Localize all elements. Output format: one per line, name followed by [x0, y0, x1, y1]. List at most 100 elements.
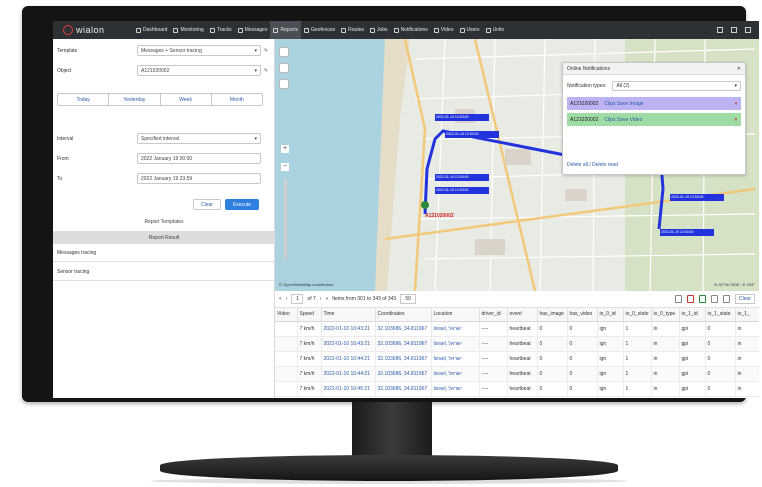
- nav-item-tracks[interactable]: Tracks: [207, 21, 235, 39]
- user-menu-icon[interactable]: [717, 27, 723, 33]
- nav-item-dashboard[interactable]: Dashboard: [133, 21, 170, 39]
- zoom-in-button[interactable]: +: [281, 145, 289, 153]
- unit-marker-icon[interactable]: [421, 201, 429, 209]
- tab-week[interactable]: Week: [161, 94, 212, 105]
- notification-item[interactable]: A121020002 Clips Save Image ✕: [567, 97, 741, 110]
- nav-item-video[interactable]: Video: [431, 21, 457, 39]
- clear-button[interactable]: Clear: [193, 199, 221, 210]
- table-row[interactable]: 7 km/h 2022-01-10 10:43:21 32.103686, 34.8…: [275, 321, 759, 337]
- table-cell[interactable]: 32.103686, 34.811967: [375, 336, 432, 352]
- from-input[interactable]: 2022 January 19 00:00: [137, 153, 261, 164]
- section-sensor-tracing[interactable]: Sensor tracing: [53, 263, 275, 281]
- column-header[interactable]: event: [507, 308, 538, 322]
- nav-item-units[interactable]: Units: [483, 21, 507, 39]
- table-cell[interactable]: Israel, ישראל: [431, 351, 480, 367]
- table-row[interactable]: 7 km/h 2022-01-10 10:43:21 32.103686, 34.8…: [275, 336, 759, 352]
- nav-item-notifications[interactable]: Notifications: [391, 21, 431, 39]
- zoom-slider[interactable]: [284, 179, 287, 259]
- interval-select[interactable]: Specified interval ▾: [137, 133, 261, 144]
- logo-text: wialon: [76, 25, 105, 35]
- search-icon[interactable]: [279, 47, 289, 57]
- column-header[interactable]: io_0_id: [597, 308, 624, 322]
- first-page-icon[interactable]: «: [279, 296, 282, 302]
- tab-today[interactable]: Today: [58, 94, 110, 105]
- column-header[interactable]: Speed: [297, 308, 322, 322]
- execute-button[interactable]: Execute: [225, 199, 259, 210]
- table-cell[interactable]: 32.103686, 34.811967: [375, 351, 432, 367]
- layers-icon[interactable]: [279, 63, 289, 73]
- table-cell[interactable]: Israel, ישראל: [431, 321, 480, 337]
- column-header[interactable]: io_1_id: [679, 308, 706, 322]
- table-cell[interactable]: Israel, ישראל: [431, 366, 480, 382]
- table-row[interactable]: 7 km/h 2022-01-10 10:44:21 32.103686, 34.8…: [275, 366, 759, 382]
- table-cell[interactable]: 32.103686, 34.811967: [375, 366, 432, 382]
- table-clear-button[interactable]: Clear: [735, 294, 755, 304]
- column-header[interactable]: driver_id: [479, 308, 508, 322]
- pdf-export-icon[interactable]: [687, 295, 695, 303]
- table-cell[interactable]: 32.103686, 34.811967: [375, 381, 432, 397]
- nav-item-messages[interactable]: Messages: [235, 21, 271, 39]
- table-cell[interactable]: 2022-01-10 10:45:21: [321, 381, 376, 397]
- notification-item[interactable]: A121020002 Clips Save Video ✕: [567, 113, 741, 126]
- report-templates-link[interactable]: Report Templates: [53, 219, 275, 225]
- delete-notifications-link[interactable]: Delete all / Delete read: [567, 162, 618, 168]
- table-cell[interactable]: 32.103686, 34.811967: [375, 321, 432, 337]
- to-input[interactable]: 2022 January 19 23:59: [137, 173, 261, 184]
- nav-item-users[interactable]: Users: [457, 21, 483, 39]
- table-cell[interactable]: Israel, ישראל: [431, 336, 480, 352]
- table-cell[interactable]: 2022-01-10 10:44:21: [321, 351, 376, 367]
- nav-item-geofences[interactable]: Geofences: [301, 21, 338, 39]
- table-cell: [275, 381, 298, 397]
- settings-icon[interactable]: [745, 27, 751, 33]
- track-label: 2022-01-19 12:53:00: [435, 174, 489, 181]
- save-icon[interactable]: [723, 295, 731, 303]
- template-edit-icon[interactable]: ✎: [261, 48, 271, 54]
- prev-page-icon[interactable]: ‹: [286, 296, 288, 302]
- column-header[interactable]: io_0_type: [651, 308, 680, 322]
- object-select[interactable]: A121020002 ▾: [137, 65, 261, 76]
- column-header[interactable]: has_video: [567, 308, 598, 322]
- table-cell[interactable]: Israel, ישראל: [431, 381, 480, 397]
- nav-item-reports[interactable]: Reports: [270, 21, 301, 39]
- table-cell[interactable]: 2022-01-10 10:43:21: [321, 336, 376, 352]
- notification-event[interactable]: Clips Save Video: [604, 117, 642, 123]
- per-page-select[interactable]: 50: [400, 294, 417, 304]
- column-header[interactable]: Time: [321, 308, 376, 322]
- tab-month[interactable]: Month: [212, 94, 262, 105]
- column-header[interactable]: io_1_: [735, 308, 759, 322]
- table-cell: 1: [623, 366, 652, 382]
- nav-item-monitoring[interactable]: Monitoring: [170, 21, 206, 39]
- template-select[interactable]: Messages + Sensor tracing ▾: [137, 45, 261, 56]
- last-page-icon[interactable]: »: [325, 296, 328, 302]
- table-cell[interactable]: 2022-01-10 10:43:21: [321, 321, 376, 337]
- apps-grid-icon[interactable]: [731, 27, 737, 33]
- excel-export-icon[interactable]: [699, 295, 707, 303]
- page-input[interactable]: 1: [291, 294, 304, 304]
- delete-icon[interactable]: ✕: [734, 101, 738, 107]
- map-mode-icon[interactable]: [279, 79, 289, 89]
- column-header[interactable]: Video: [275, 308, 298, 322]
- template-value: Messages + Sensor tracing: [141, 47, 202, 54]
- notification-types-select[interactable]: All (2) ▾: [612, 81, 741, 91]
- next-page-icon[interactable]: ›: [320, 296, 322, 302]
- notification-event[interactable]: Clips Save Image: [604, 101, 643, 107]
- column-header[interactable]: io_1_state: [705, 308, 736, 322]
- table-cell: in: [651, 381, 680, 397]
- print-icon[interactable]: [675, 295, 683, 303]
- delete-icon[interactable]: ✕: [734, 117, 738, 123]
- tab-yesterday[interactable]: Yesterday: [109, 94, 161, 105]
- close-icon[interactable]: ✕: [737, 66, 741, 72]
- nav-item-routes[interactable]: Routes: [338, 21, 367, 39]
- column-header[interactable]: has_image: [537, 308, 568, 322]
- column-header[interactable]: Location: [431, 308, 480, 322]
- table-cell[interactable]: 2022-01-10 10:44:21: [321, 366, 376, 382]
- object-edit-icon[interactable]: ✎: [261, 68, 271, 74]
- nav-item-jobs[interactable]: Jobs: [367, 21, 391, 39]
- csv-export-icon[interactable]: [711, 295, 719, 303]
- column-header[interactable]: Coordinates: [375, 308, 432, 322]
- column-header[interactable]: io_0_state: [623, 308, 652, 322]
- section-messages-tracing[interactable]: Messages tracing: [53, 244, 275, 262]
- zoom-out-button[interactable]: −: [281, 163, 289, 171]
- table-row[interactable]: 7 km/h 2022-01-10 10:45:21 32.103686, 34.8…: [275, 381, 759, 397]
- table-row[interactable]: 7 km/h 2022-01-10 10:44:21 32.103686, 34.8…: [275, 351, 759, 367]
